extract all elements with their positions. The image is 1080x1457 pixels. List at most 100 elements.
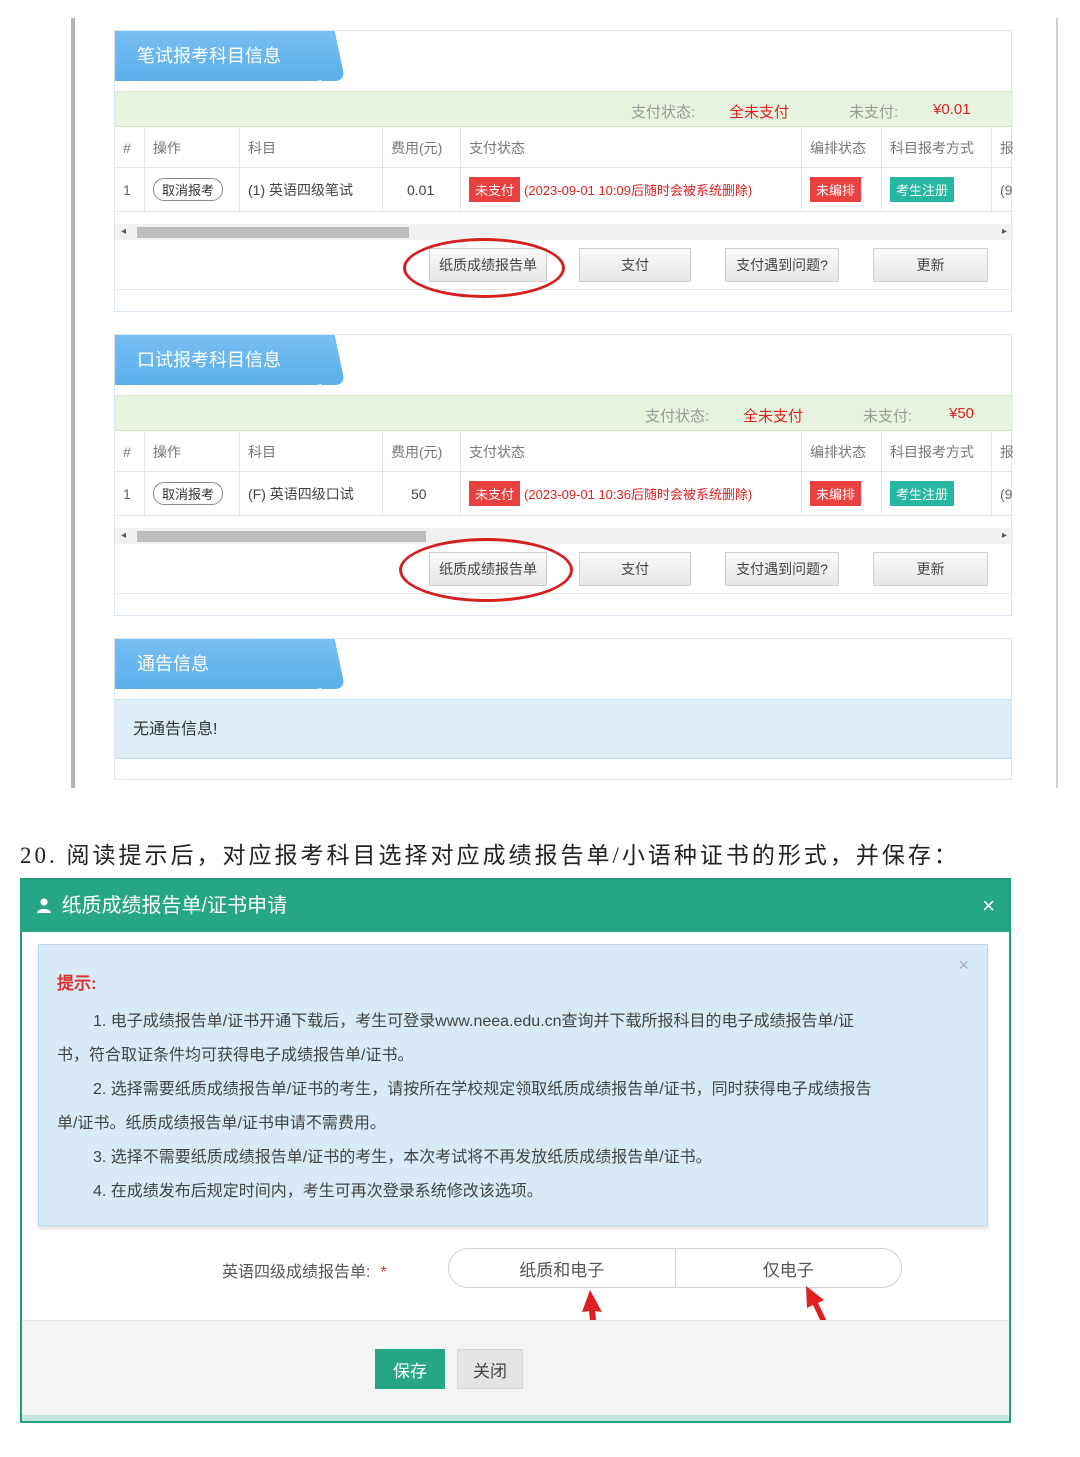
col-subject: 科目 <box>240 128 383 167</box>
col-subject: 科目 <box>240 432 383 471</box>
row-fee: 50 <box>383 472 461 515</box>
scroll-thumb[interactable] <box>137 227 409 238</box>
pay-button[interactable]: 支付 <box>579 552 691 586</box>
col-index: # <box>115 128 145 167</box>
dialog-title: 纸质成绩报告单/证书申请 <box>61 895 288 917</box>
annotation-circle <box>403 238 565 298</box>
cancel-registration-button[interactable]: 取消报考 <box>153 482 224 505</box>
row-subject: (1) 英语四级笔试 <box>240 168 383 211</box>
row-extra: (9 <box>1000 181 1013 198</box>
written-subject-panel: 笔试报考科目信息 支付状态: 全未支付 未支付: ¥0.01 # 操作 科目 费… <box>114 30 1013 312</box>
row-arrange: 未编排 <box>802 168 882 211</box>
report-field-label: 英语四级成绩报告单: * <box>222 1258 387 1282</box>
tip-line: 4. 在成绩发布后规定时间内，考生可再次登录系统修改该选项。 <box>93 1183 543 1200</box>
option-paper-and-electronic[interactable]: 纸质和电子 <box>449 1249 675 1287</box>
horizontal-scrollbar[interactable]: ◂ ▸ <box>115 528 1013 544</box>
horizontal-scrollbar[interactable]: ◂ ▸ <box>115 224 1013 240</box>
table-row: 1 取消报考 (F) 英语四级口试 50 未支付 (2023-09-01 10:… <box>115 472 1013 516</box>
report-form-row: 英语四级成绩报告单: * 纸质和电子 仅电子 <box>22 1248 1009 1346</box>
table-header: # 操作 科目 费用(元) 支付状态 编排状态 科目报考方式 报 <box>115 432 1013 472</box>
col-arrange: 编排状态 <box>802 432 882 471</box>
pay-status-value: 全未支付 <box>743 408 804 425</box>
annotation-circle <box>399 538 573 602</box>
col-fee: 费用(元) <box>383 432 461 471</box>
pay-problem-button[interactable]: 支付遇到问题? <box>725 248 839 282</box>
tip-line: 书，符合取证条件均可获得电子成绩报告单/证书。 <box>57 1047 414 1064</box>
panel-title: 笔试报考科目信息 <box>115 31 330 81</box>
option-electronic-only[interactable]: 仅电子 <box>674 1249 902 1287</box>
report-type-selector: 纸质和电子 仅电子 <box>448 1248 902 1288</box>
row-action-cell: 取消报考 <box>145 168 240 211</box>
dialog-title-bar: 纸质成绩报告单/证书申请 <box>22 880 1009 932</box>
table-row: 1 取消报考 (1) 英语四级笔试 0.01 未支付 (2023-09-01 1… <box>115 168 1013 212</box>
unpaid-tag: 未支付 <box>469 481 521 506</box>
col-mode: 科目报考方式 <box>882 432 992 471</box>
refresh-button[interactable]: 更新 <box>873 248 988 282</box>
unpaid-value: ¥0.01 <box>933 101 971 118</box>
row-index: 1 <box>115 472 145 515</box>
unpaid-value: ¥50 <box>949 405 975 422</box>
row-pay-status: 未支付 (2023-09-01 10:36后随时会被系统删除) <box>461 472 802 515</box>
col-extra: 报 <box>1000 443 1013 460</box>
user-icon <box>37 898 51 913</box>
frame-right-line <box>1056 18 1058 788</box>
report-field-text: 英语四级成绩报告单: <box>222 1264 371 1281</box>
scroll-right-icon[interactable]: ▸ <box>1002 528 1007 544</box>
pay-status-value: 全未支付 <box>729 104 790 121</box>
row-extra: (9 <box>1000 485 1013 502</box>
close-icon[interactable]: × <box>982 880 995 932</box>
scroll-left-icon[interactable]: ◂ <box>121 224 126 240</box>
tip-line: 1. 电子成绩报告单/证书开通下载后，考生可登录www.neea.edu.cn查… <box>93 1013 854 1030</box>
pay-problem-button[interactable]: 支付遇到问题? <box>725 552 839 586</box>
pay-summary-bar: 支付状态: 全未支付 未支付: ¥0.01 <box>115 91 1013 127</box>
required-mark: * <box>380 1264 387 1281</box>
instruction-text: 20. 阅读提示后，对应报考科目选择对应成绩报告单/小语种证书的形式，并保存： <box>20 843 960 868</box>
pay-status-label: 支付状态: <box>645 408 710 425</box>
close-button[interactable]: 关闭 <box>457 1349 523 1389</box>
save-button[interactable]: 保存 <box>375 1349 445 1389</box>
unarranged-tag: 未编排 <box>810 481 862 506</box>
panel-title: 通告信息 <box>115 639 330 689</box>
row-mode: 考生注册 <box>882 168 992 211</box>
oral-subject-panel: 口试报考科目信息 支付状态: 全未支付 未支付: ¥50 # 操作 科目 费用(… <box>114 334 1013 616</box>
unarranged-tag: 未编排 <box>810 177 862 202</box>
col-pay-status: 支付状态 <box>461 128 802 167</box>
panel-title: 口试报考科目信息 <box>115 335 330 385</box>
tip-box: × 提示: 1. 电子成绩报告单/证书开通下载后，考生可登录www.neea.e… <box>38 944 988 1226</box>
scroll-right-icon[interactable]: ▸ <box>1002 224 1007 240</box>
col-pay-status: 支付状态 <box>461 432 802 471</box>
row-arrange: 未编排 <box>802 472 882 515</box>
col-mode: 科目报考方式 <box>882 128 992 167</box>
tip-line: 2. 选择需要纸质成绩报告单/证书的考生，请按所在学校规定领取纸质成绩报告单/证… <box>93 1081 872 1098</box>
notice-panel: 通告信息 无通告信息! <box>114 638 1012 780</box>
pay-summary-bar: 支付状态: 全未支付 未支付: ¥50 <box>115 395 1013 431</box>
refresh-button[interactable]: 更新 <box>873 552 988 586</box>
delete-warning: (2023-09-01 10:09后随时会被系统删除) <box>524 183 753 198</box>
paper-report-dialog: 纸质成绩报告单/证书申请 × × 提示: 1. 电子成绩报告单/证书开通下载后，… <box>20 878 1011 1423</box>
scroll-left-icon[interactable]: ◂ <box>121 528 126 544</box>
col-extra: 报 <box>1000 139 1013 156</box>
scroll-thumb[interactable] <box>137 531 426 542</box>
pay-button[interactable]: 支付 <box>579 248 691 282</box>
tip-title: 提示: <box>57 974 97 993</box>
tip-line: 3. 选择不需要纸质成绩报告单/证书的考生，本次考试将不再发放纸质成绩报告单/证… <box>93 1149 712 1166</box>
col-action: 操作 <box>145 128 240 167</box>
notice-body: 无通告信息! <box>115 699 1011 759</box>
col-fee: 费用(元) <box>383 128 461 167</box>
dialog-footer: 保存 关闭 <box>22 1320 1009 1421</box>
tip-close-icon[interactable]: × <box>958 955 969 976</box>
unpaid-label: 未支付: <box>849 104 899 121</box>
cancel-registration-button[interactable]: 取消报考 <box>153 178 224 201</box>
action-button-row: 纸质成绩报告单 支付 支付遇到问题? 更新 <box>115 238 1013 298</box>
table-header: # 操作 科目 费用(元) 支付状态 编排状态 科目报考方式 报 <box>115 128 1013 168</box>
delete-warning: (2023-09-01 10:36后随时会被系统删除) <box>524 487 753 502</box>
footer-divider <box>22 1415 1009 1421</box>
frame-left-line <box>71 18 75 788</box>
col-index: # <box>115 432 145 471</box>
register-mode-tag: 考生注册 <box>890 481 955 506</box>
row-subject: (F) 英语四级口试 <box>240 472 383 515</box>
pay-status-label: 支付状态: <box>631 104 696 121</box>
row-pay-status: 未支付 (2023-09-01 10:09后随时会被系统删除) <box>461 168 802 211</box>
tip-line: 单/证书。纸质成绩报告单/证书申请不需费用。 <box>57 1115 386 1132</box>
col-arrange: 编排状态 <box>802 128 882 167</box>
